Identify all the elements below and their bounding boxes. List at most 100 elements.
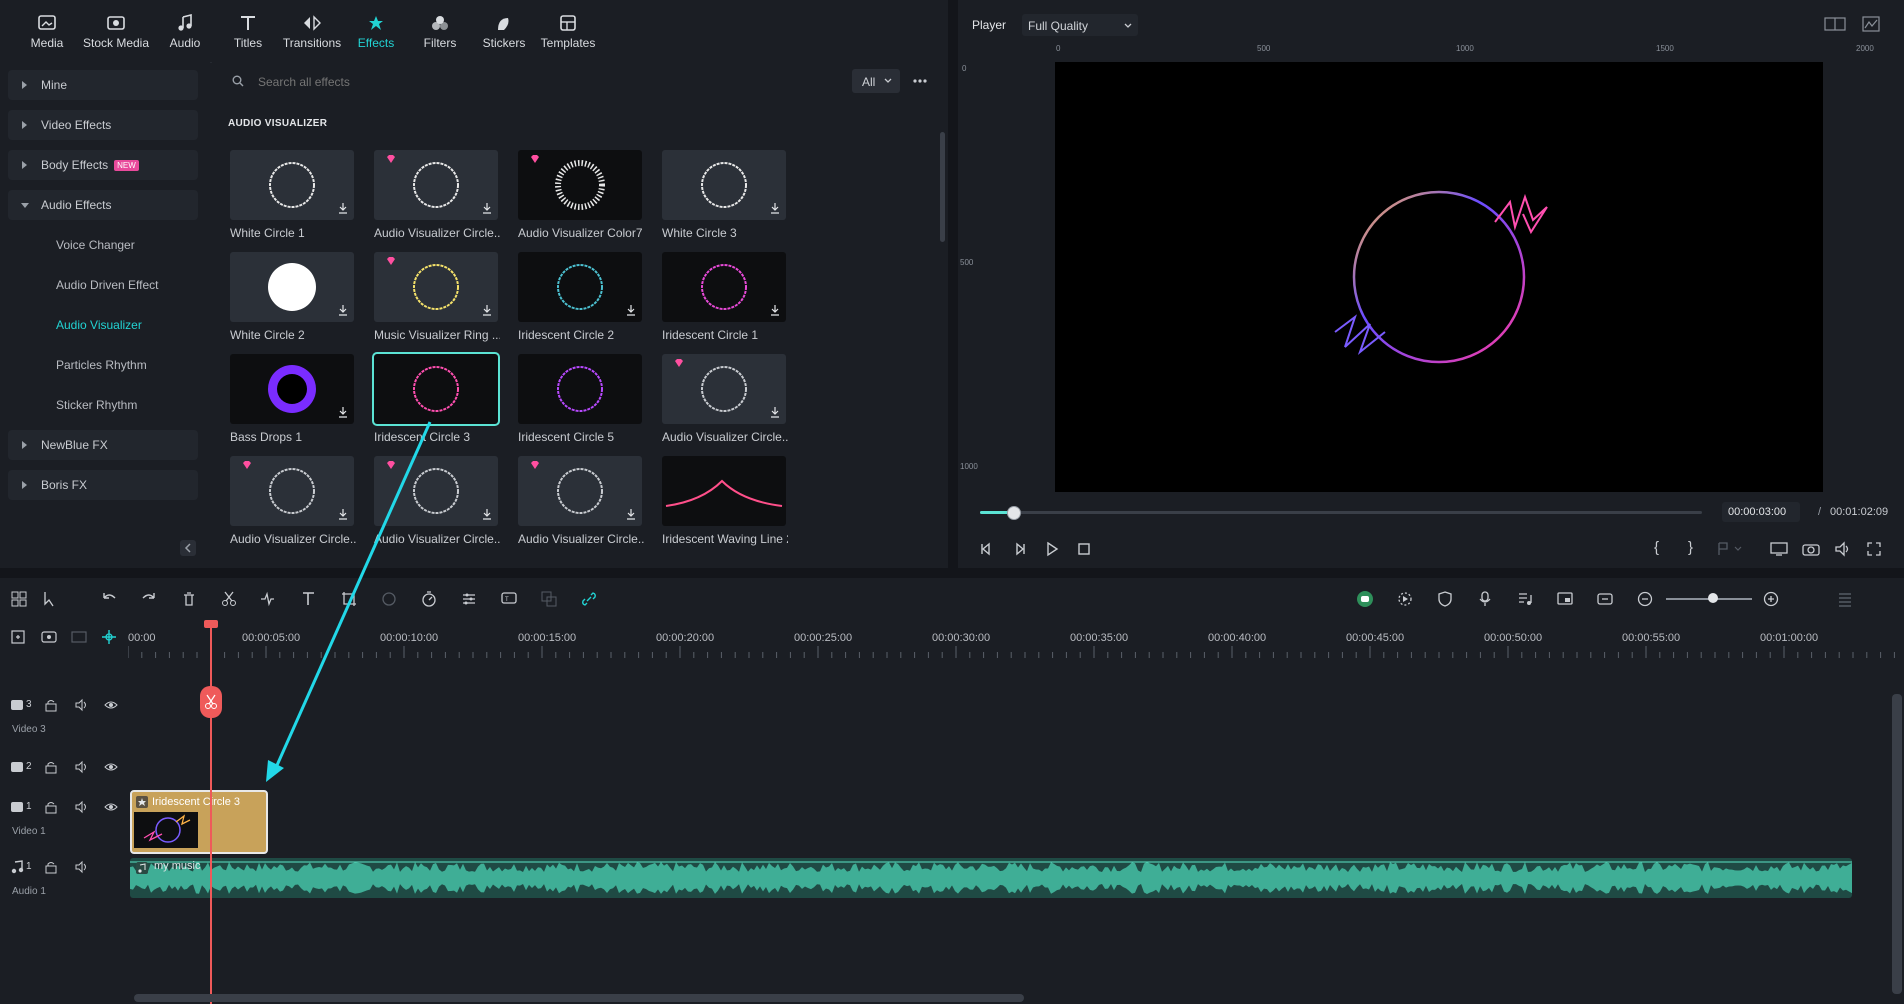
link-icon[interactable] xyxy=(580,590,598,608)
split-marker[interactable] xyxy=(200,686,222,718)
effect-card[interactable]: Iridescent Circle 1 xyxy=(662,252,788,342)
download-icon[interactable] xyxy=(338,406,348,418)
sub-sticker-rhythm[interactable]: Sticker Rhythm xyxy=(56,398,137,412)
download-icon[interactable] xyxy=(626,508,636,520)
toolbar-filters[interactable]: Filters xyxy=(405,14,475,50)
sub-audio-driven-effect[interactable]: Audio Driven Effect xyxy=(56,278,159,292)
download-icon[interactable] xyxy=(338,202,348,214)
effect-thumbnail[interactable] xyxy=(518,354,642,424)
snap-icon[interactable] xyxy=(100,628,118,646)
category-boris-fx[interactable]: Boris FX xyxy=(8,470,198,500)
audio-clip[interactable]: my music xyxy=(130,858,1852,898)
more-options-icon[interactable] xyxy=(912,76,928,86)
quality-dropdown[interactable]: Full Quality xyxy=(1022,14,1138,36)
search-input[interactable] xyxy=(256,68,860,96)
lock-icon[interactable] xyxy=(44,800,58,817)
toolbar-transitions[interactable]: Transitions xyxy=(277,14,347,50)
split-icon[interactable] xyxy=(220,590,238,608)
toolbar-stock-media[interactable]: Stock Media xyxy=(81,14,151,50)
effect-thumbnail[interactable] xyxy=(374,150,498,220)
subtitle-icon[interactable]: T xyxy=(500,590,518,608)
select-tool-icon[interactable] xyxy=(42,590,60,608)
effect-card[interactable]: Audio Visualizer Color7 xyxy=(518,150,644,240)
effect-thumbnail[interactable] xyxy=(662,252,786,322)
download-icon[interactable] xyxy=(770,304,780,316)
add-track-icon[interactable] xyxy=(10,628,28,646)
download-icon[interactable] xyxy=(482,508,492,520)
current-time-field[interactable]: 00:00:03:00 xyxy=(1722,502,1800,522)
toolbar-titles[interactable]: Titles xyxy=(213,14,283,50)
sub-particles-rhythm[interactable]: Particles Rhythm xyxy=(56,358,147,372)
prev-frame-icon[interactable] xyxy=(978,541,994,557)
zoom-slider[interactable] xyxy=(1666,593,1752,603)
fullscreen-icon[interactable] xyxy=(1866,541,1882,557)
toolbar-stickers[interactable]: Stickers xyxy=(469,14,539,50)
category-audio-effects[interactable]: Audio Effects xyxy=(8,190,198,220)
download-icon[interactable] xyxy=(482,202,492,214)
speaker-icon[interactable] xyxy=(74,698,88,715)
speaker-icon[interactable] xyxy=(74,800,88,817)
category-body-effects[interactable]: Body Effects NEW xyxy=(8,150,198,180)
video-clip[interactable]: Iridescent Circle 3 xyxy=(130,790,268,854)
effect-thumbnail[interactable] xyxy=(230,150,354,220)
snapshot-icon[interactable] xyxy=(1802,541,1820,557)
speaker-icon[interactable] xyxy=(74,760,88,777)
split-view-icon[interactable] xyxy=(1824,16,1846,32)
adjust-icon[interactable] xyxy=(460,590,478,608)
ai-icon[interactable] xyxy=(1356,590,1374,608)
timeline-horizontal-scrollbar[interactable] xyxy=(134,994,1024,1002)
effect-card[interactable]: Audio Visualizer Circle... xyxy=(374,150,500,240)
collapse-sidebar-button[interactable] xyxy=(180,540,196,556)
effect-thumbnail[interactable] xyxy=(230,354,354,424)
toolbar-effects[interactable]: Effects xyxy=(341,14,411,50)
microphone-icon[interactable] xyxy=(1476,590,1494,608)
effect-card[interactable]: Audio Visualizer Circle... xyxy=(518,456,644,546)
eye-icon[interactable] xyxy=(104,760,118,777)
sub-voice-changer[interactable]: Voice Changer xyxy=(56,238,135,252)
play-icon[interactable] xyxy=(1044,541,1060,557)
effect-card[interactable]: Iridescent Circle 5 xyxy=(518,354,644,444)
zoom-in-icon[interactable] xyxy=(1762,590,1780,608)
shield-icon[interactable] xyxy=(1436,590,1454,608)
keyframe-icon[interactable] xyxy=(1596,590,1614,608)
stop-icon[interactable] xyxy=(1076,541,1092,557)
grid-menu-icon[interactable] xyxy=(1836,590,1854,608)
replace-icon[interactable] xyxy=(540,590,558,608)
category-newblue-fx[interactable]: NewBlue FX xyxy=(8,430,198,460)
effect-card[interactable]: Iridescent Circle 2 xyxy=(518,252,644,342)
track-height-icon[interactable] xyxy=(70,628,88,646)
zoom-out-icon[interactable] xyxy=(1636,590,1654,608)
marker-icon[interactable] xyxy=(1716,541,1744,557)
speaker-icon[interactable] xyxy=(74,860,88,877)
lock-icon[interactable] xyxy=(44,860,58,877)
effect-card[interactable]: White Circle 2 xyxy=(230,252,356,342)
effect-card[interactable]: Music Visualizer Ring ... xyxy=(374,252,500,342)
effect-card[interactable]: Audio Visualizer Circle... xyxy=(662,354,788,444)
category-mine[interactable]: Mine xyxy=(8,70,198,100)
playback-progress[interactable] xyxy=(980,506,1702,520)
eye-icon[interactable] xyxy=(104,800,118,817)
download-icon[interactable] xyxy=(626,304,636,316)
download-icon[interactable] xyxy=(482,304,492,316)
playhead-handle[interactable] xyxy=(204,620,218,628)
effect-card[interactable]: White Circle 1 xyxy=(230,150,356,240)
redo-icon[interactable] xyxy=(140,590,158,608)
effect-thumbnail[interactable] xyxy=(230,252,354,322)
link-track-icon[interactable] xyxy=(40,628,58,646)
player-preview[interactable] xyxy=(1055,62,1823,492)
lock-icon[interactable] xyxy=(44,760,58,777)
picture-in-picture-icon[interactable] xyxy=(1556,590,1574,608)
toolbar-templates[interactable]: Templates xyxy=(533,14,603,50)
effect-thumbnail[interactable] xyxy=(372,352,500,426)
category-video-effects[interactable]: Video Effects xyxy=(8,110,198,140)
eye-icon[interactable] xyxy=(104,698,118,715)
display-icon[interactable] xyxy=(1770,541,1788,557)
download-icon[interactable] xyxy=(770,406,780,418)
effect-card[interactable]: Iridescent Waving Line 2 xyxy=(662,456,788,546)
effect-thumbnail[interactable] xyxy=(518,456,642,526)
effect-thumbnail[interactable] xyxy=(662,150,786,220)
render-icon[interactable] xyxy=(1396,590,1414,608)
filter-dropdown[interactable]: All xyxy=(852,69,900,93)
effect-thumbnail[interactable] xyxy=(518,150,642,220)
effects-scrollbar[interactable] xyxy=(940,132,945,242)
